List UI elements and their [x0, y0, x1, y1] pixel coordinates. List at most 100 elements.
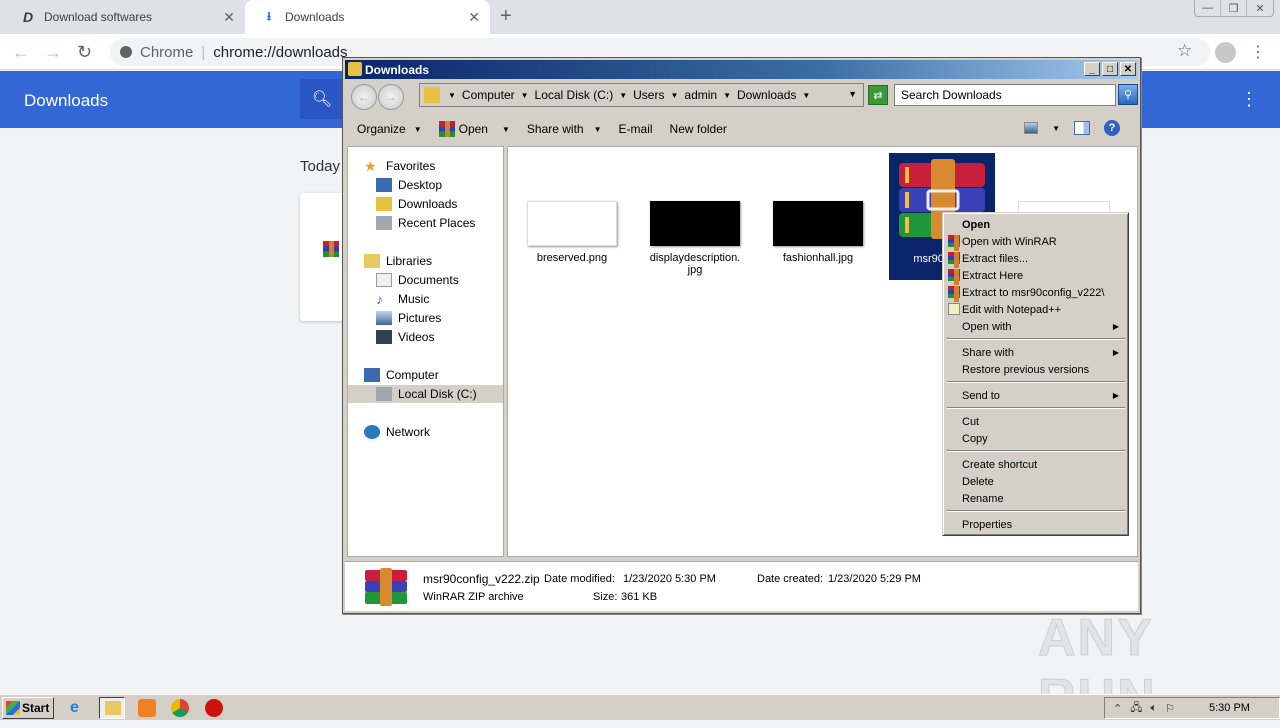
forward-button[interactable]: →	[44, 42, 62, 63]
profile-avatar[interactable]	[1215, 42, 1236, 63]
close-button[interactable]: ✕	[1247, 0, 1273, 16]
menu-item-open-with[interactable]: Open with ▶	[946, 318, 1125, 335]
restore-button[interactable]: ❐	[1221, 0, 1247, 16]
new-folder-button[interactable]: New folder	[670, 122, 727, 136]
window-title: Downloads	[365, 62, 430, 77]
breadcrumb-item[interactable]: Local Disk (C:)	[535, 88, 614, 102]
organize-button[interactable]: Organize ▼	[357, 122, 422, 136]
search-button[interactable]: 🔍︎	[300, 79, 344, 119]
menu-item-open-with-winrar[interactable]: Open with WinRAR	[946, 233, 1125, 251]
nav-favorites[interactable]: ★ Favorites	[364, 157, 435, 175]
nav-downloads[interactable]: Downloads	[376, 195, 457, 213]
menu-item-restore-previous-versions[interactable]: Restore previous versions	[946, 361, 1125, 378]
winrar-icon	[948, 235, 960, 251]
desktop-icon	[376, 178, 392, 192]
breadcrumb-item[interactable]: admin	[684, 88, 717, 102]
menu-item-properties[interactable]: Properties	[946, 516, 1125, 533]
volume-icon[interactable]: 🔈︎	[1150, 702, 1157, 715]
menu-item-extract-here[interactable]: Extract Here	[946, 267, 1125, 285]
preview-pane-icon[interactable]	[1074, 121, 1090, 135]
folder-icon	[348, 62, 362, 76]
menu-item-create-shortcut[interactable]: Create shortcut	[946, 456, 1125, 473]
explorer-taskbar-icon[interactable]	[99, 697, 125, 719]
breadcrumb-item[interactable]: Users	[633, 88, 664, 102]
bookmark-star-icon[interactable]: ☆	[1177, 41, 1192, 61]
windows-logo-icon	[6, 701, 20, 715]
submenu-arrow-icon: ▶	[1112, 322, 1119, 331]
close-button[interactable]: ✕	[1120, 62, 1136, 76]
menu-item-extract-to[interactable]: Extract to msr90config_v222\	[946, 284, 1125, 302]
file-item[interactable]: breserved.png	[526, 201, 618, 264]
nav-computer[interactable]: Computer	[364, 366, 439, 384]
menu-item-cut[interactable]: Cut	[946, 413, 1125, 430]
nav-local-disk[interactable]: Local Disk (C:)	[348, 385, 503, 403]
menu-item-share-with[interactable]: Share with ▶	[946, 344, 1125, 361]
menu-item-copy[interactable]: Copy	[946, 430, 1125, 447]
action-center-flag-icon[interactable]: ⚐	[1165, 702, 1175, 715]
explorer-titlebar[interactable]: Downloads _ □ ✕	[345, 60, 1138, 79]
menu-item-delete[interactable]: Delete	[946, 473, 1125, 490]
minimize-button[interactable]: —	[1195, 0, 1221, 16]
back-button[interactable]: ←	[12, 42, 30, 63]
divider: |	[201, 43, 206, 61]
reload-button[interactable]: ↻	[77, 42, 92, 63]
show-hidden-icons[interactable]: ⌃	[1113, 702, 1122, 715]
back-button[interactable]: ←	[351, 84, 377, 110]
minimize-button[interactable]: _	[1084, 62, 1100, 76]
file-item[interactable]: displaydescription.jpg	[649, 201, 741, 276]
nav-pictures[interactable]: Pictures	[376, 309, 441, 327]
nav-documents[interactable]: Documents	[376, 271, 459, 289]
help-icon[interactable]: ?	[1104, 120, 1120, 136]
nav-libraries[interactable]: Libraries	[364, 252, 432, 270]
search-input[interactable]: Search Downloads	[894, 84, 1116, 106]
more-actions-icon[interactable]: ⋮	[1240, 89, 1258, 110]
open-button[interactable]: Open ▼	[438, 121, 510, 137]
breadcrumb[interactable]: ▼ Computer ▼ Local Disk (C:) ▼ Users ▼ admi…	[419, 83, 864, 107]
page-title: Downloads	[24, 91, 109, 110]
opera-icon[interactable]	[205, 699, 223, 717]
tab-download-softwares[interactable]: D Download softwares ✕	[0, 0, 245, 34]
breadcrumb-item[interactable]: Computer	[462, 88, 515, 102]
nav-videos[interactable]: Videos	[376, 328, 434, 346]
nav-desktop[interactable]: Desktop	[376, 176, 442, 194]
tab-downloads[interactable]: ⭳ Downloads ✕	[245, 0, 490, 34]
chrome-menu-icon[interactable]: ⋮	[1250, 42, 1266, 62]
refresh-button[interactable]: ⇄	[868, 85, 888, 105]
nav-network[interactable]: Network	[364, 423, 430, 441]
menu-item-send-to[interactable]: Send to ▶	[946, 387, 1125, 404]
start-button[interactable]: Start	[2, 697, 54, 719]
date-section-label: Today	[300, 158, 341, 175]
address-row: ← → ▼ Computer ▼ Local Disk (C:) ▼ Users ▼ …	[345, 81, 1138, 111]
system-tray: ⌃ 🖧 🔈︎ ⚐ 5:30 PM	[1104, 697, 1280, 719]
nav-recent-places[interactable]: Recent Places	[376, 214, 475, 232]
music-icon: ♪	[376, 291, 383, 307]
close-tab-icon[interactable]: ✕	[223, 9, 235, 26]
ie-icon[interactable]: e	[70, 699, 88, 717]
share-with-button[interactable]: Share with ▼	[527, 122, 602, 136]
breadcrumb-item[interactable]: Downloads	[737, 88, 796, 102]
details-created-label: Date created:	[757, 573, 824, 585]
search-icon: 🔍︎	[311, 91, 333, 108]
menu-item-rename[interactable]: Rename	[946, 490, 1125, 507]
view-dropdown-icon[interactable]: ▼	[1052, 124, 1060, 133]
email-button[interactable]: E-mail	[619, 122, 653, 136]
search-button[interactable]: ⚲	[1118, 84, 1138, 105]
network-warning-icon[interactable]: 🖧	[1130, 699, 1142, 718]
maximize-button[interactable]: □	[1102, 62, 1118, 76]
clock[interactable]: 5:30 PM	[1209, 702, 1250, 714]
window-controls: — ❐ ✕	[1194, 0, 1274, 17]
close-tab-icon[interactable]: ✕	[468, 9, 480, 26]
change-view-icon[interactable]	[1024, 122, 1039, 134]
new-tab-button[interactable]: +	[500, 5, 512, 28]
chrome-icon[interactable]	[171, 699, 189, 717]
forward-button[interactable]: →	[378, 84, 404, 110]
menu-item-open[interactable]: Open	[946, 216, 1125, 233]
media-player-icon[interactable]	[138, 699, 156, 717]
nav-music[interactable]: ♪ Music	[376, 290, 429, 308]
file-item[interactable]: fashionhall.jpg	[772, 201, 864, 264]
address-dropdown-icon[interactable]: ▼	[848, 89, 857, 99]
submenu-arrow-icon: ▶	[1112, 348, 1119, 357]
menu-item-edit-notepadpp[interactable]: Edit with Notepad++	[946, 301, 1125, 318]
details-modified: 1/23/2020 5:30 PM	[623, 573, 716, 585]
menu-item-extract-files[interactable]: Extract files...	[946, 250, 1125, 268]
